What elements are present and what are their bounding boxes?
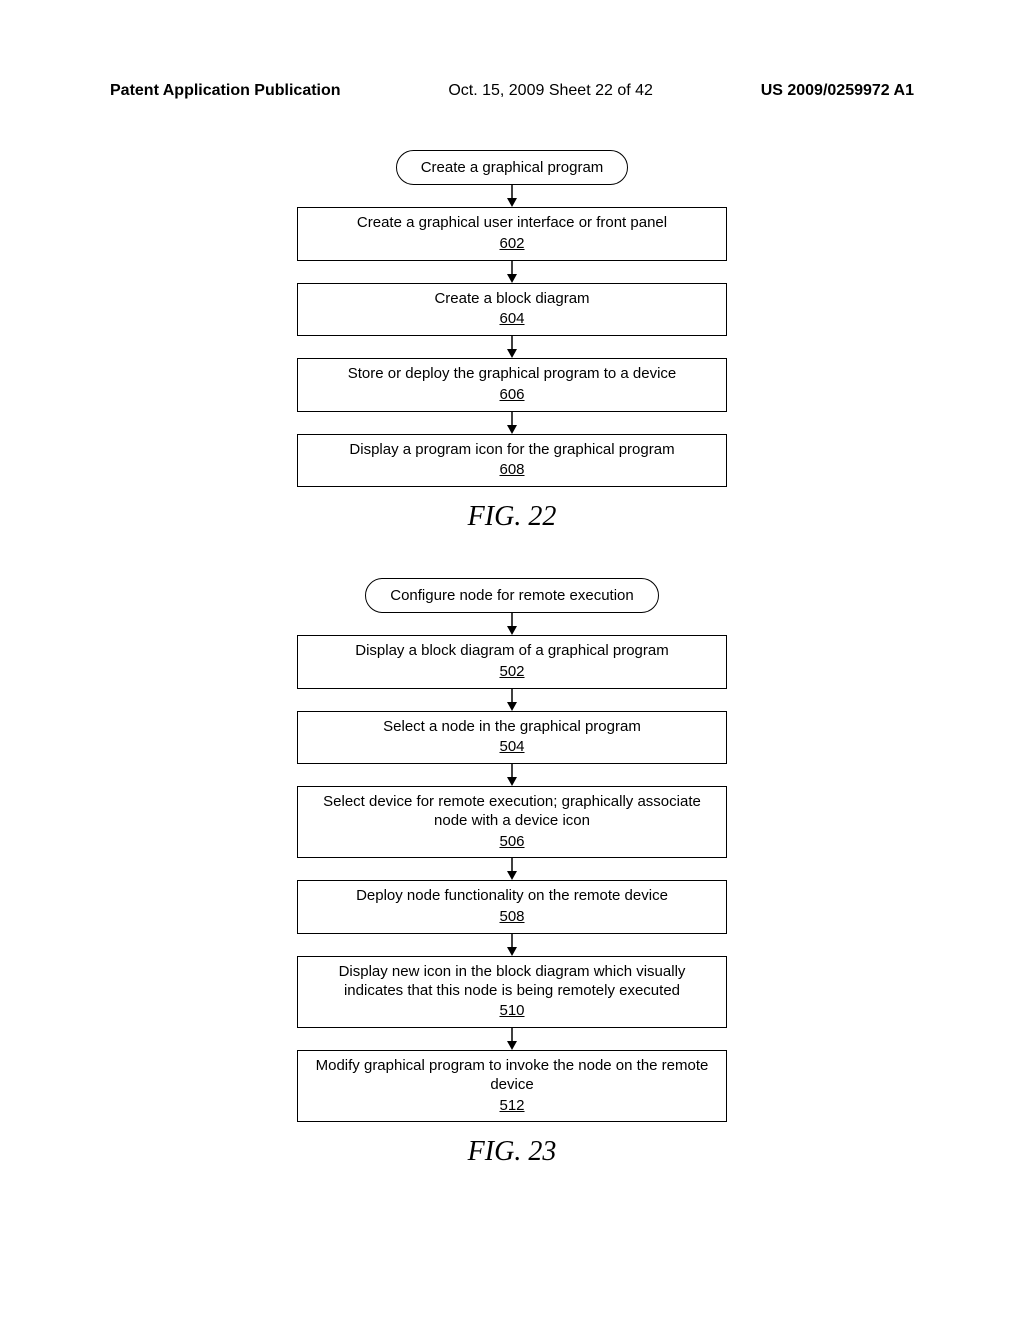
step-ref: 510 bbox=[308, 1002, 716, 1021]
step-box: Display a program icon for the graphical… bbox=[297, 434, 727, 488]
step-text: Display a program icon for the graphical… bbox=[349, 441, 674, 458]
step-box: Store or deploy the graphical program to… bbox=[297, 358, 727, 412]
arrow-icon bbox=[297, 261, 727, 283]
figure-23: Configure node for remote execution Disp… bbox=[297, 578, 727, 1168]
arrow-icon bbox=[297, 764, 727, 786]
terminator-fig23: Configure node for remote execution bbox=[365, 578, 658, 613]
arrow-icon bbox=[297, 934, 727, 956]
step-text: Deploy node functionality on the remote … bbox=[356, 887, 668, 904]
figure-22: Create a graphical program Create a grap… bbox=[297, 150, 727, 533]
step-ref: 606 bbox=[308, 386, 716, 405]
step-text: Select device for remote execution; grap… bbox=[323, 793, 701, 829]
step-text: Select a node in the graphical program bbox=[383, 718, 641, 735]
step-text: Store or deploy the graphical program to… bbox=[348, 365, 677, 382]
step-box: Create a block diagram 604 bbox=[297, 283, 727, 337]
arrow-icon bbox=[297, 858, 727, 880]
arrow-icon bbox=[297, 613, 727, 635]
step-ref: 512 bbox=[308, 1097, 716, 1116]
header-right: US 2009/0259972 A1 bbox=[761, 82, 914, 100]
arrow-icon bbox=[297, 336, 727, 358]
step-box: Select a node in the graphical program 5… bbox=[297, 711, 727, 765]
step-box: Create a graphical user interface or fro… bbox=[297, 207, 727, 261]
step-box: Modify graphical program to invoke the n… bbox=[297, 1050, 727, 1122]
arrow-icon bbox=[297, 412, 727, 434]
step-box: Select device for remote execution; grap… bbox=[297, 786, 727, 858]
header-mid: Oct. 15, 2009 Sheet 22 of 42 bbox=[448, 82, 653, 100]
step-ref: 502 bbox=[308, 663, 716, 682]
step-box: Display new icon in the block diagram wh… bbox=[297, 956, 727, 1028]
arrow-icon bbox=[297, 185, 727, 207]
step-text: Display a block diagram of a graphical p… bbox=[355, 642, 668, 659]
step-box: Display a block diagram of a graphical p… bbox=[297, 635, 727, 689]
arrow-icon bbox=[297, 1028, 727, 1050]
step-ref: 508 bbox=[308, 908, 716, 927]
step-text: Create a block diagram bbox=[434, 290, 589, 307]
page-header: Patent Application Publication Oct. 15, … bbox=[0, 82, 1024, 100]
figure-caption-22: FIG. 22 bbox=[297, 501, 727, 533]
step-ref: 608 bbox=[308, 461, 716, 480]
step-text: Create a graphical user interface or fro… bbox=[357, 214, 667, 231]
terminator-fig22: Create a graphical program bbox=[396, 150, 629, 185]
figure-caption-23: FIG. 23 bbox=[297, 1136, 727, 1168]
step-ref: 506 bbox=[308, 833, 716, 852]
step-text: Display new icon in the block diagram wh… bbox=[339, 963, 686, 999]
header-left: Patent Application Publication bbox=[110, 82, 341, 100]
step-ref: 604 bbox=[308, 310, 716, 329]
step-ref: 504 bbox=[308, 738, 716, 757]
step-ref: 602 bbox=[308, 235, 716, 254]
arrow-icon bbox=[297, 689, 727, 711]
step-box: Deploy node functionality on the remote … bbox=[297, 880, 727, 934]
step-text: Modify graphical program to invoke the n… bbox=[316, 1057, 709, 1093]
